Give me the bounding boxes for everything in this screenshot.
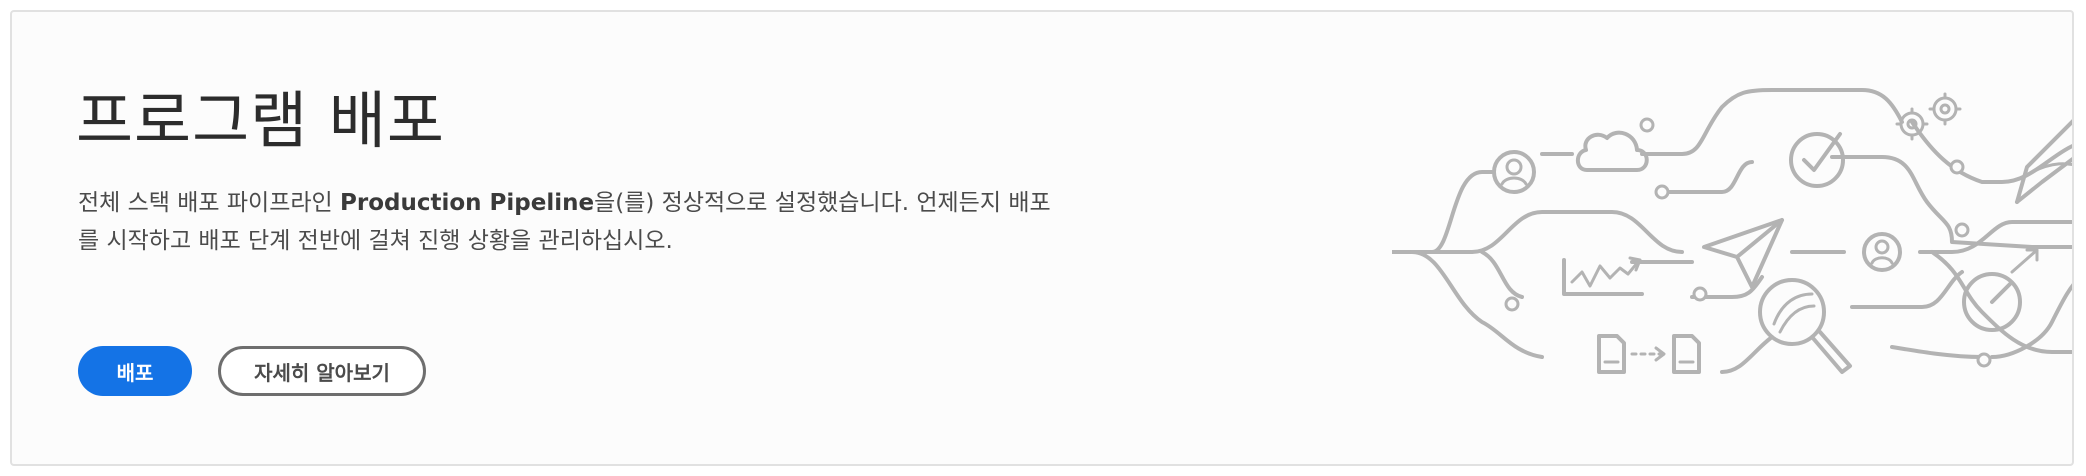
- pipeline-illustration: [1392, 72, 2072, 412]
- user-icon: [1862, 232, 1902, 272]
- learn-more-button[interactable]: 자세히 알아보기: [218, 346, 426, 396]
- document-icon: [1597, 334, 1626, 374]
- check-circle-icon: [1789, 132, 1845, 188]
- description-text-start: 전체 스택 배포 파이프라인: [78, 190, 341, 216]
- magnifier-icon: [1758, 278, 1852, 374]
- gears-icon: [1895, 92, 1962, 141]
- gauge-icon: [1962, 248, 2039, 332]
- cloud-icon: [1575, 130, 1649, 172]
- deploy-button[interactable]: 배포: [78, 346, 192, 396]
- action-buttons: 배포 자세히 알아보기: [78, 346, 426, 396]
- pipeline-illustration-graphic: [1392, 88, 2072, 374]
- user-icon: [1492, 150, 1536, 194]
- card-description: 전체 스택 배포 파이프라인 Production Pipeline을(를) 정…: [78, 184, 1068, 260]
- page-title: 프로그램 배포: [76, 84, 445, 157]
- deploy-program-card: 프로그램 배포 전체 스택 배포 파이프라인 Production Pipeli…: [10, 10, 2074, 466]
- chart-icon: [1562, 256, 1644, 296]
- pen-icon: [2015, 119, 2072, 204]
- paper-plane-icon: [1702, 218, 1784, 289]
- document-icon: [1672, 334, 1701, 374]
- pipeline-name: Production Pipeline: [340, 190, 595, 216]
